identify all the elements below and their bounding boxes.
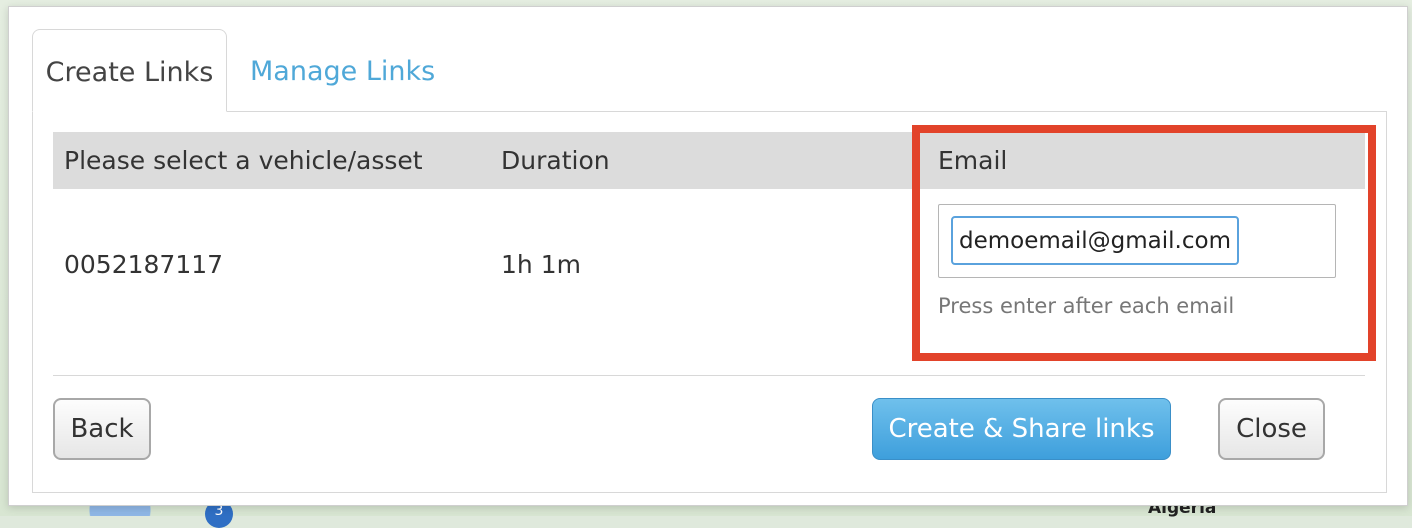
back-button[interactable]: Back — [53, 398, 151, 460]
create-share-links-button[interactable]: Create & Share links — [872, 398, 1171, 460]
header-vehicle: Please select a vehicle/asset — [64, 146, 423, 175]
email-hint: Press enter after each email — [938, 294, 1235, 318]
close-button[interactable]: Close — [1218, 398, 1325, 460]
vehicle-id: 0052187117 — [64, 250, 224, 279]
share-links-dialog: Create Links Manage Links Please select … — [8, 6, 1408, 506]
tab-create-links[interactable]: Create Links — [32, 29, 227, 112]
duration-value: 1h 1m — [501, 250, 581, 279]
tab-manage-links[interactable]: Manage Links — [250, 29, 435, 112]
email-field[interactable] — [951, 216, 1239, 265]
table-header: Please select a vehicle/asset Duration E… — [53, 132, 1365, 189]
header-email: Email — [938, 146, 1008, 175]
footer-divider — [53, 375, 1365, 376]
email-tag-input[interactable] — [938, 204, 1336, 278]
header-duration: Duration — [501, 146, 610, 175]
